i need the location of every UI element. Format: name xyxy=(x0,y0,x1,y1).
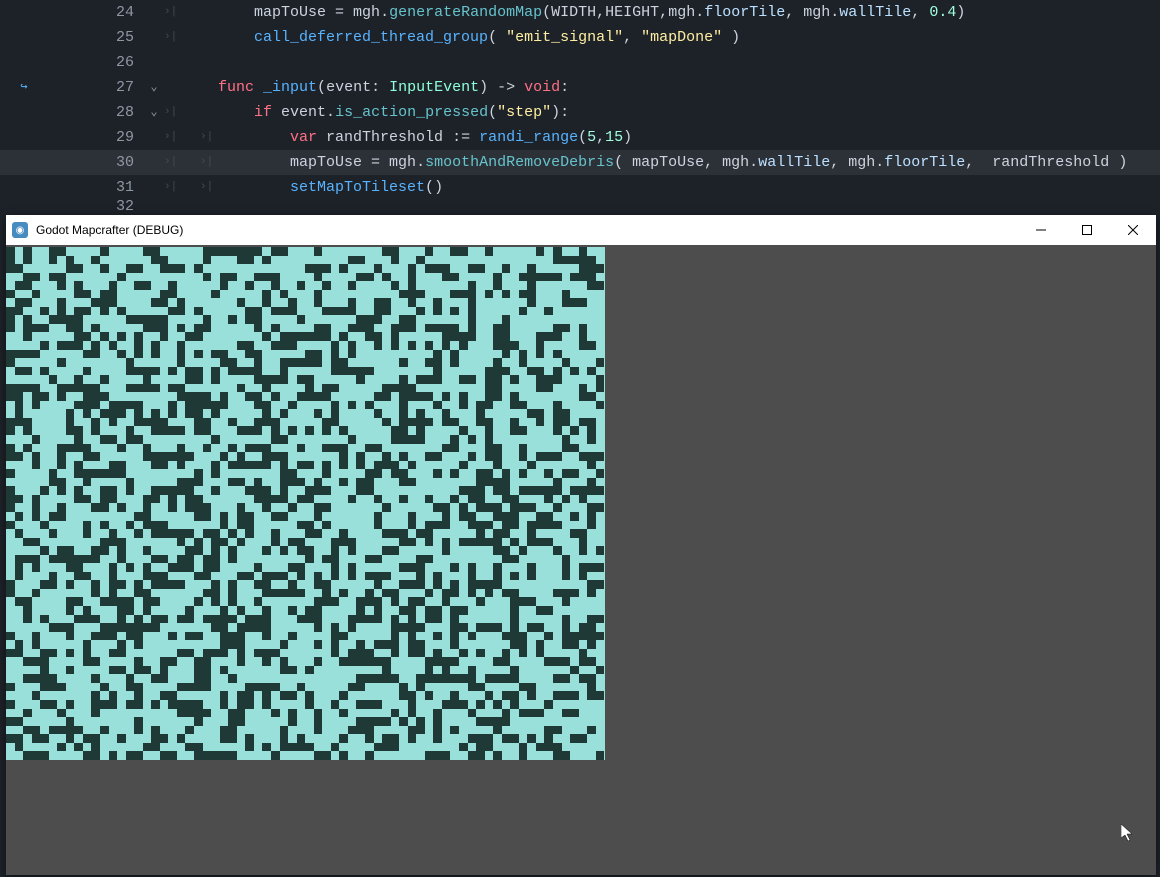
code-token: , xyxy=(704,154,722,171)
code-token: . xyxy=(749,154,758,171)
code-token: mgh xyxy=(848,154,875,171)
code-token: ( xyxy=(425,179,434,196)
line-number: 24 xyxy=(48,0,144,25)
code-token: "mapDone" xyxy=(641,29,722,46)
code-token: mgh xyxy=(722,154,749,171)
code-token: , xyxy=(785,4,803,21)
code-line[interactable]: 32 xyxy=(0,200,1160,212)
minimize-icon xyxy=(1036,225,1046,235)
window-title: Godot Mapcrafter (DEBUG) xyxy=(36,223,183,237)
chevron-down-icon: ⌄ xyxy=(150,100,157,125)
line-number: 29 xyxy=(48,125,144,150)
code-token: floorTile xyxy=(884,154,965,171)
indent-guide: ›| xyxy=(164,0,200,25)
code-token: . xyxy=(830,4,839,21)
code-token: smoothAndRemoveDebris xyxy=(425,154,614,171)
code-token: call_deferred_thread_group xyxy=(254,29,488,46)
chevron-down-icon: ⌄ xyxy=(150,75,157,100)
fold-column[interactable]: ⌄ xyxy=(144,75,164,100)
godot-icon: ◉ xyxy=(12,222,28,238)
code-token: wallTile xyxy=(839,4,911,21)
maximize-button[interactable] xyxy=(1064,215,1110,245)
close-icon xyxy=(1128,225,1138,235)
line-number: 28 xyxy=(48,100,144,125)
line-number: 32 xyxy=(48,200,144,212)
gutter-icon-slot: ↪ xyxy=(0,75,48,100)
code-token: mgh xyxy=(803,4,830,21)
code-token: ( xyxy=(614,154,632,171)
tilemap-render xyxy=(6,247,605,760)
code-token: "emit_signal" xyxy=(506,29,623,46)
window-controls xyxy=(1018,215,1156,245)
line-number: 31 xyxy=(48,175,144,200)
code-token: , xyxy=(623,29,641,46)
code-line[interactable]: ↪ 27 ⌄ func _input(event: InputEvent) ->… xyxy=(0,75,1160,100)
indent-guide: ›| xyxy=(200,150,236,175)
line-number: 27 xyxy=(48,75,144,100)
code-token: , xyxy=(911,4,929,21)
indent-guide: ›| xyxy=(164,125,200,150)
indent-guide: ›| xyxy=(200,175,236,200)
code-editor[interactable]: 24 ›| mapToUse = mgh.generateRandomMap(W… xyxy=(0,0,1160,212)
indent-guide: ›| xyxy=(164,25,200,50)
window-titlebar[interactable]: ◉ Godot Mapcrafter (DEBUG) xyxy=(6,215,1156,245)
code-token: , xyxy=(830,154,848,171)
indent-guide: ›| xyxy=(164,175,200,200)
code-token: ) xyxy=(434,179,443,196)
indent-guide: ›| xyxy=(164,150,200,175)
mouse-cursor-icon xyxy=(1121,824,1135,847)
code-token: , xyxy=(965,154,992,171)
indent-guide: ›| xyxy=(164,100,200,125)
code-token: ( xyxy=(488,29,506,46)
line-number: 30 xyxy=(48,150,144,175)
code-token: ) xyxy=(956,4,965,21)
line-number: 26 xyxy=(48,50,144,75)
close-button[interactable] xyxy=(1110,215,1156,245)
indent-guide: ›| xyxy=(200,125,236,150)
execution-pointer-icon: ↪ xyxy=(20,75,27,100)
code-token: mapToUse xyxy=(632,154,704,171)
code-token: 0.4 xyxy=(929,4,956,21)
code-token: setMapToTileset xyxy=(290,179,425,196)
game-viewport[interactable] xyxy=(6,245,1156,875)
code-token: . xyxy=(875,154,884,171)
code-line[interactable]: 25 ›| call_deferred_thread_group( "emit_… xyxy=(0,25,1160,50)
fold-column[interactable]: ⌄ xyxy=(144,100,164,125)
minimize-button[interactable] xyxy=(1018,215,1064,245)
debug-game-window[interactable]: ◉ Godot Mapcrafter (DEBUG) xyxy=(6,215,1156,875)
code-token: wallTile xyxy=(758,154,830,171)
code-line-current[interactable]: 30 ›|›| mapToUse = mgh.smoothAndRemoveDe… xyxy=(0,150,1160,175)
line-number: 25 xyxy=(48,25,144,50)
code-token: ) xyxy=(1109,154,1127,171)
code-token: randThreshold xyxy=(992,154,1109,171)
maximize-icon xyxy=(1082,225,1092,235)
code-token: ) xyxy=(722,29,740,46)
